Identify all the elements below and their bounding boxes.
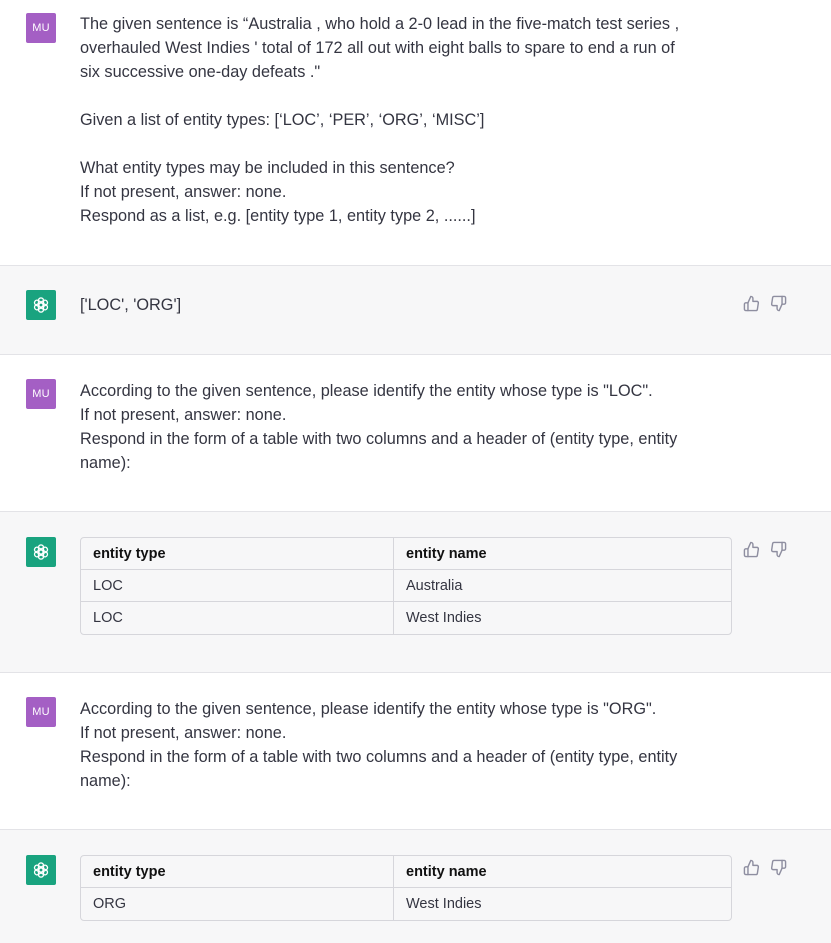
- table-cell: West Indies: [406, 896, 482, 912]
- user-message-text: The given sentence is “Australia , who h…: [80, 12, 740, 228]
- message-line: Respond as a list, e.g. [entity type 1, …: [80, 207, 476, 225]
- message-line: Respond in the form of a table with two …: [80, 748, 678, 766]
- message-line: overhauled West Indies ' total of 172 al…: [80, 39, 675, 57]
- thumbs-down-icon[interactable]: [770, 541, 787, 558]
- thumbs-down-icon[interactable]: [770, 295, 787, 312]
- column-header: entity name: [394, 856, 731, 888]
- user-message-1: MU The given sentence is “Australia , wh…: [0, 0, 831, 266]
- thumbs-up-icon[interactable]: [743, 541, 760, 558]
- user-message-text: According to the given sentence, please …: [80, 697, 740, 793]
- table-row: LOC West Indies: [81, 602, 731, 634]
- message-line: name):: [80, 454, 131, 472]
- assistant-message-1: ['LOC', 'ORG']: [0, 265, 831, 355]
- column-header: entity name: [394, 538, 731, 570]
- entity-table: entity type entity name ORG West Indies: [80, 855, 732, 921]
- table-cell: LOC: [81, 570, 394, 602]
- table-row: LOC Australia: [81, 570, 731, 602]
- openai-logo-icon: [26, 290, 56, 320]
- user-avatar: MU: [26, 379, 56, 409]
- table-row: ORG West Indies: [81, 888, 731, 920]
- message-line: Given a list of entity types: [‘LOC’, ‘P…: [80, 111, 485, 129]
- table-cell: LOC: [81, 602, 394, 634]
- user-message-2: MU According to the given sentence, plea…: [0, 355, 831, 512]
- user-message-3: MU According to the given sentence, plea…: [0, 673, 831, 830]
- openai-logo-icon: [26, 537, 56, 567]
- user-avatar: MU: [26, 697, 56, 727]
- message-line: Respond in the form of a table with two …: [80, 430, 678, 448]
- thumbs-down-icon[interactable]: [770, 859, 787, 876]
- message-line: According to the given sentence, please …: [80, 382, 653, 400]
- message-line: If not present, answer: none.: [80, 183, 287, 201]
- assistant-message-text: ['LOC', 'ORG']: [80, 296, 182, 314]
- message-line: The given sentence is “Australia , who h…: [80, 15, 680, 33]
- assistant-message-2: entity type entity name LOC Australia LO…: [0, 511, 831, 673]
- assistant-message-3: entity type entity name ORG West Indies: [0, 829, 831, 943]
- table-cell: ORG: [81, 888, 394, 920]
- thumbs-up-icon[interactable]: [743, 859, 760, 876]
- feedback-buttons: [743, 857, 793, 877]
- thumbs-up-icon[interactable]: [743, 295, 760, 312]
- table-header-row: entity type entity name: [81, 538, 731, 570]
- entity-table: entity type entity name LOC Australia LO…: [80, 537, 732, 635]
- column-header: entity type: [81, 538, 394, 570]
- message-line: What entity types may be included in thi…: [80, 159, 455, 177]
- user-message-text: According to the given sentence, please …: [80, 379, 740, 475]
- user-avatar: MU: [26, 13, 56, 43]
- message-line: six successive one-day defeats .": [80, 63, 321, 81]
- table-header-row: entity type entity name: [81, 856, 731, 888]
- feedback-buttons: [743, 539, 793, 559]
- table-cell: Australia: [394, 570, 731, 602]
- column-header: entity type: [81, 856, 394, 888]
- message-line: If not present, answer: none.: [80, 406, 287, 424]
- table-cell: West Indies: [406, 610, 482, 626]
- feedback-buttons: [743, 293, 793, 313]
- message-line: If not present, answer: none.: [80, 724, 287, 742]
- message-line: According to the given sentence, please …: [80, 700, 657, 718]
- openai-logo-icon: [26, 855, 56, 885]
- message-line: name):: [80, 772, 131, 790]
